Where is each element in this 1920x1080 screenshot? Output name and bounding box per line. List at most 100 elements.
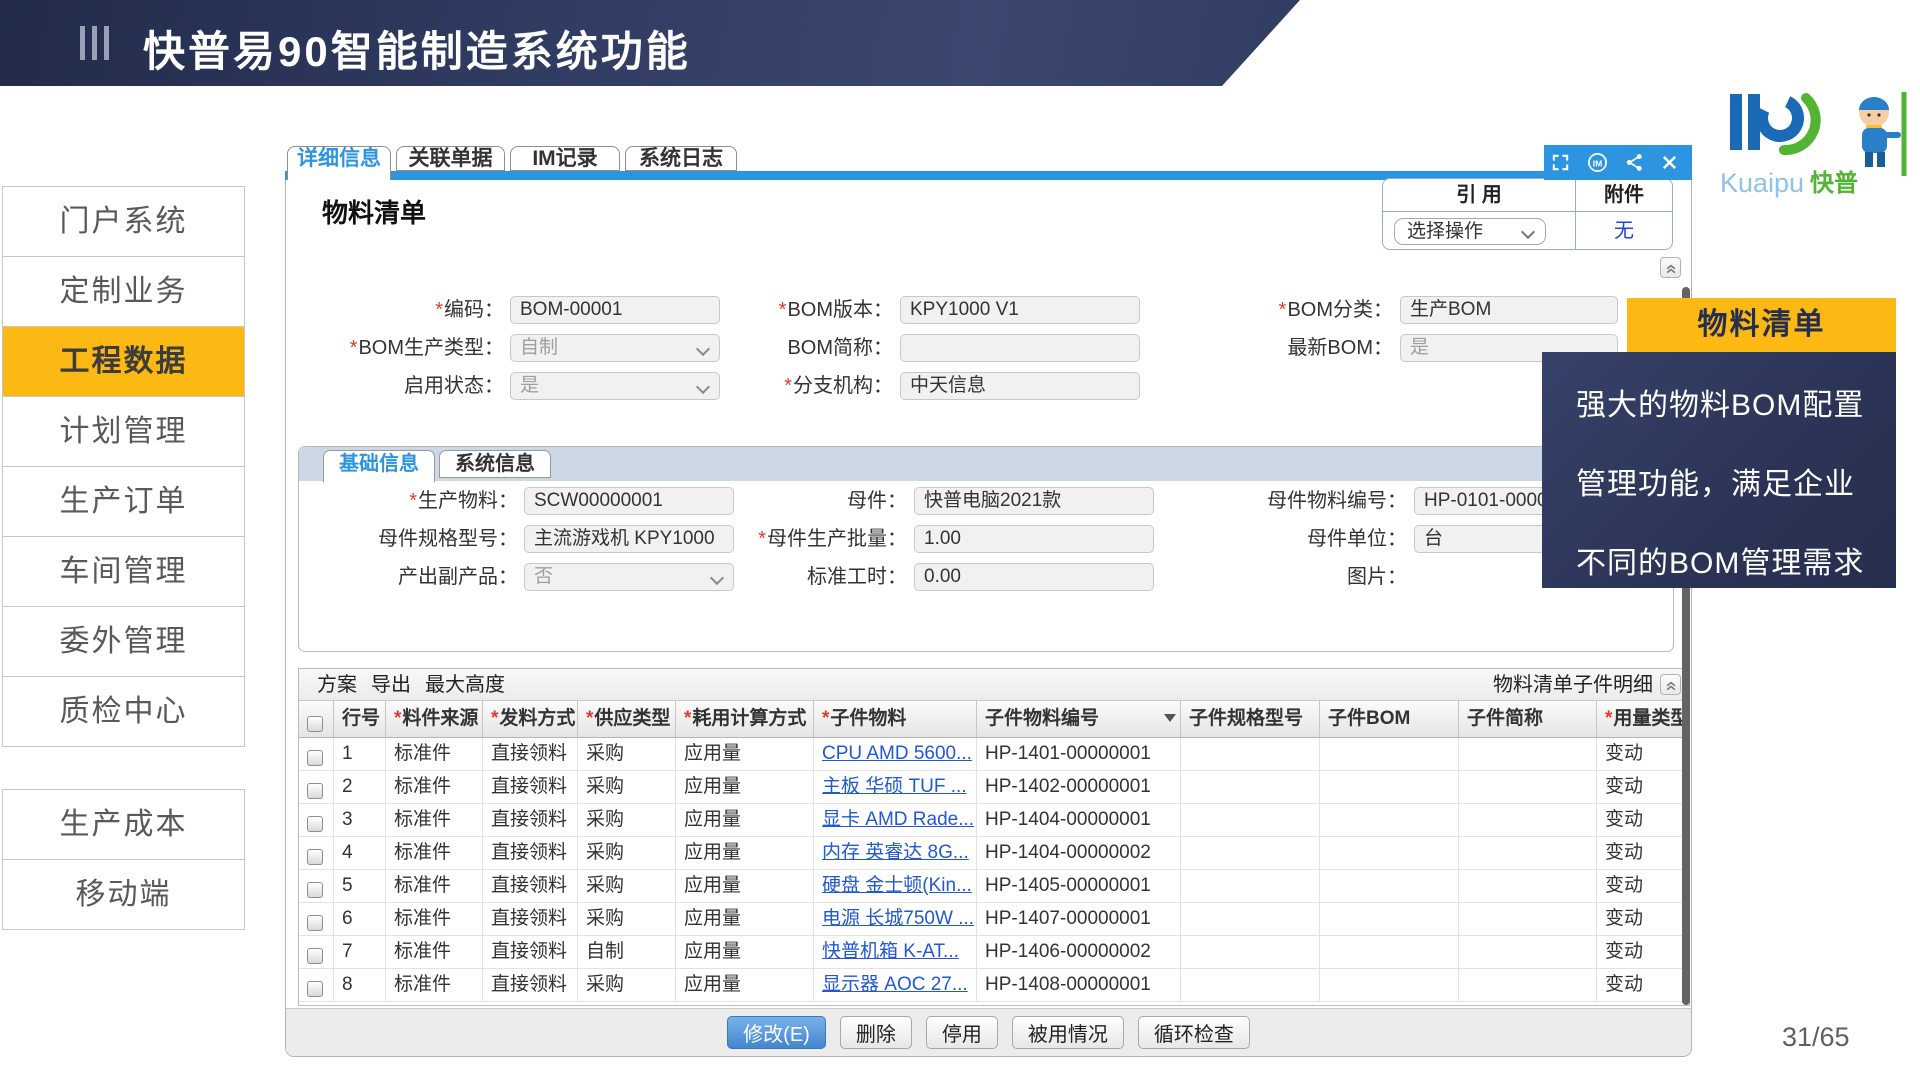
form-field-r1c3: *BOM分类：生产BOM (1225, 296, 1618, 324)
row-checkbox[interactable] (307, 882, 323, 898)
tab-related-docs[interactable]: 关联单据 (396, 146, 505, 171)
tab-system-log[interactable]: 系统日志 (625, 146, 737, 171)
cell-supply-type: 采购 (578, 837, 676, 870)
cell-issue-method: 直接领料 (483, 870, 578, 903)
sidebar-item-custom-business[interactable]: 定制业务 (2, 257, 245, 327)
modify-button[interactable]: 修改(E) (727, 1016, 826, 1049)
field-select[interactable]: 否 (524, 563, 734, 591)
filter-arrow-icon[interactable] (1164, 714, 1176, 722)
row-checkbox[interactable] (307, 981, 323, 997)
titlebar-icon-bar: IM (1544, 145, 1692, 180)
cell-select (299, 903, 334, 936)
window-title: 物料清单 (322, 193, 426, 230)
field-input[interactable]: KPY1000 V1 (900, 296, 1140, 324)
cell-row-no: 7 (334, 936, 386, 969)
close-icon[interactable] (1661, 154, 1678, 171)
disable-button[interactable]: 停用 (926, 1016, 998, 1049)
cell-source: 标准件 (386, 804, 483, 837)
cycle-check-button[interactable]: 循环检查 (1138, 1016, 1250, 1049)
cell-child-item-code: HP-1404-00000002 (977, 837, 1181, 870)
field-input[interactable] (900, 334, 1140, 362)
action-select[interactable]: 选择操作 (1394, 218, 1546, 245)
usage-button[interactable]: 被用情况 (1012, 1016, 1124, 1049)
basic-info-panel: 基础信息系统信息 附加说明： *生产物料：SCW00000001母件：快普电脑2… (298, 446, 1674, 652)
cell-child-item[interactable]: 显卡 AMD Rade... (814, 804, 977, 837)
cell-supply-type: 采购 (578, 969, 676, 1002)
cell-issue-method: 直接领料 (483, 936, 578, 969)
sidebar-item-workshop-mgmt[interactable]: 车间管理 (2, 537, 245, 607)
field-input[interactable]: 快普电脑2021款 (914, 487, 1154, 515)
cell-child-item[interactable]: 主板 华硕 TUF ... (814, 771, 977, 804)
collapse-grid-button[interactable] (1660, 674, 1681, 695)
cell-child-item[interactable]: 硬盘 金士顿(Kin... (814, 870, 977, 903)
cell-supply-type: 采购 (578, 771, 676, 804)
cell-child-item[interactable]: 内存 英睿达 8G... (814, 837, 977, 870)
sidebar-item-production-cost[interactable]: 生产成本 (2, 790, 245, 860)
cell-row-no: 2 (334, 771, 386, 804)
sidebar-item-portal[interactable]: 门户系统 (2, 187, 245, 257)
im-icon[interactable]: IM (1587, 152, 1608, 173)
field-label: 标准工时： (739, 563, 907, 591)
cell-row-no: 1 (334, 738, 386, 771)
select-all-checkbox[interactable] (307, 716, 323, 732)
cell-child-alias (1459, 903, 1597, 936)
cell-child-item[interactable]: 快普机箱 K-AT... (814, 936, 977, 969)
cell-row-no: 5 (334, 870, 386, 903)
field-input[interactable]: 0.00 (914, 563, 1154, 591)
cell-supply-type: 自制 (578, 936, 676, 969)
form-field-r2c1: *BOM生产类型：自制 (330, 334, 720, 362)
field-input[interactable]: 主流游戏机 KPY1000 (524, 525, 734, 553)
sidebar-item-plan-mgmt[interactable]: 计划管理 (2, 397, 245, 467)
toolbar-link-2[interactable]: 最大高度 (425, 669, 505, 701)
field-label: 产出副产品： (344, 563, 518, 591)
share-icon[interactable] (1625, 153, 1644, 172)
sidebar-item-outsourcing-mgmt[interactable]: 委外管理 (2, 607, 245, 677)
delete-button[interactable]: 删除 (840, 1016, 912, 1049)
row-checkbox[interactable] (307, 783, 323, 799)
attachment-link[interactable]: 无 (1576, 218, 1672, 245)
cell-child-spec (1181, 870, 1320, 903)
row-checkbox[interactable] (307, 849, 323, 865)
row-checkbox[interactable] (307, 816, 323, 832)
required-asterisk: * (779, 299, 787, 321)
fullscreen-icon[interactable] (1551, 153, 1570, 172)
row-checkbox[interactable] (307, 948, 323, 964)
subtab-system-info[interactable]: 系统信息 (439, 450, 551, 478)
cell-child-item[interactable]: 显示器 AOC 27... (814, 969, 977, 1002)
required-asterisk: * (409, 490, 417, 512)
sidebar-item-mobile[interactable]: 移动端 (2, 860, 245, 930)
field-input[interactable]: 生产BOM (1400, 296, 1618, 324)
required-asterisk: * (350, 337, 358, 359)
callout-title: 物料清单 (1627, 298, 1896, 352)
cell-child-item[interactable]: 电源 长城750W ... (814, 903, 977, 936)
tab-detail[interactable]: 详细信息 (287, 146, 391, 180)
cell-child-bom (1320, 738, 1459, 771)
sidebar-item-engineering-data[interactable]: 工程数据 (2, 327, 245, 397)
cell-source: 标准件 (386, 771, 483, 804)
field-label: 母件： (739, 487, 907, 515)
cell-consume-calc: 应用量 (676, 936, 814, 969)
subtab-basic-info[interactable]: 基础信息 (323, 450, 435, 482)
field-input[interactable]: SCW00000001 (524, 487, 734, 515)
sidebar-item-quality-center[interactable]: 质检中心 (2, 677, 245, 747)
cell-child-item[interactable]: CPU AMD 5600... (814, 738, 977, 771)
field-input[interactable]: BOM-00001 (510, 296, 720, 324)
field-label: *母件生产批量： (739, 525, 907, 553)
collapse-form-button[interactable] (1660, 257, 1681, 278)
table-row: 3标准件直接领料采购应用量显卡 AMD Rade...HP-1404-00000… (299, 804, 1689, 837)
toolbar-link-0[interactable]: 方案 (317, 669, 357, 701)
field-input[interactable]: 1.00 (914, 525, 1154, 553)
field-input[interactable]: 中天信息 (900, 372, 1140, 400)
field-label: *BOM分类： (1225, 296, 1393, 324)
cell-supply-type: 采购 (578, 804, 676, 837)
field-select[interactable]: 自制 (510, 334, 720, 362)
cell-child-item-code: HP-1406-00000002 (977, 936, 1181, 969)
grid-col-consume-calc: *耗用计算方式 (676, 701, 814, 738)
row-checkbox[interactable] (307, 915, 323, 931)
row-checkbox[interactable] (307, 750, 323, 766)
toolbar-link-1[interactable]: 导出 (371, 669, 411, 701)
tab-im-log[interactable]: IM记录 (510, 146, 620, 171)
field-select[interactable]: 是 (510, 372, 720, 400)
field-label: *BOM生产类型： (330, 334, 504, 362)
sidebar-item-production-order[interactable]: 生产订单 (2, 467, 245, 537)
